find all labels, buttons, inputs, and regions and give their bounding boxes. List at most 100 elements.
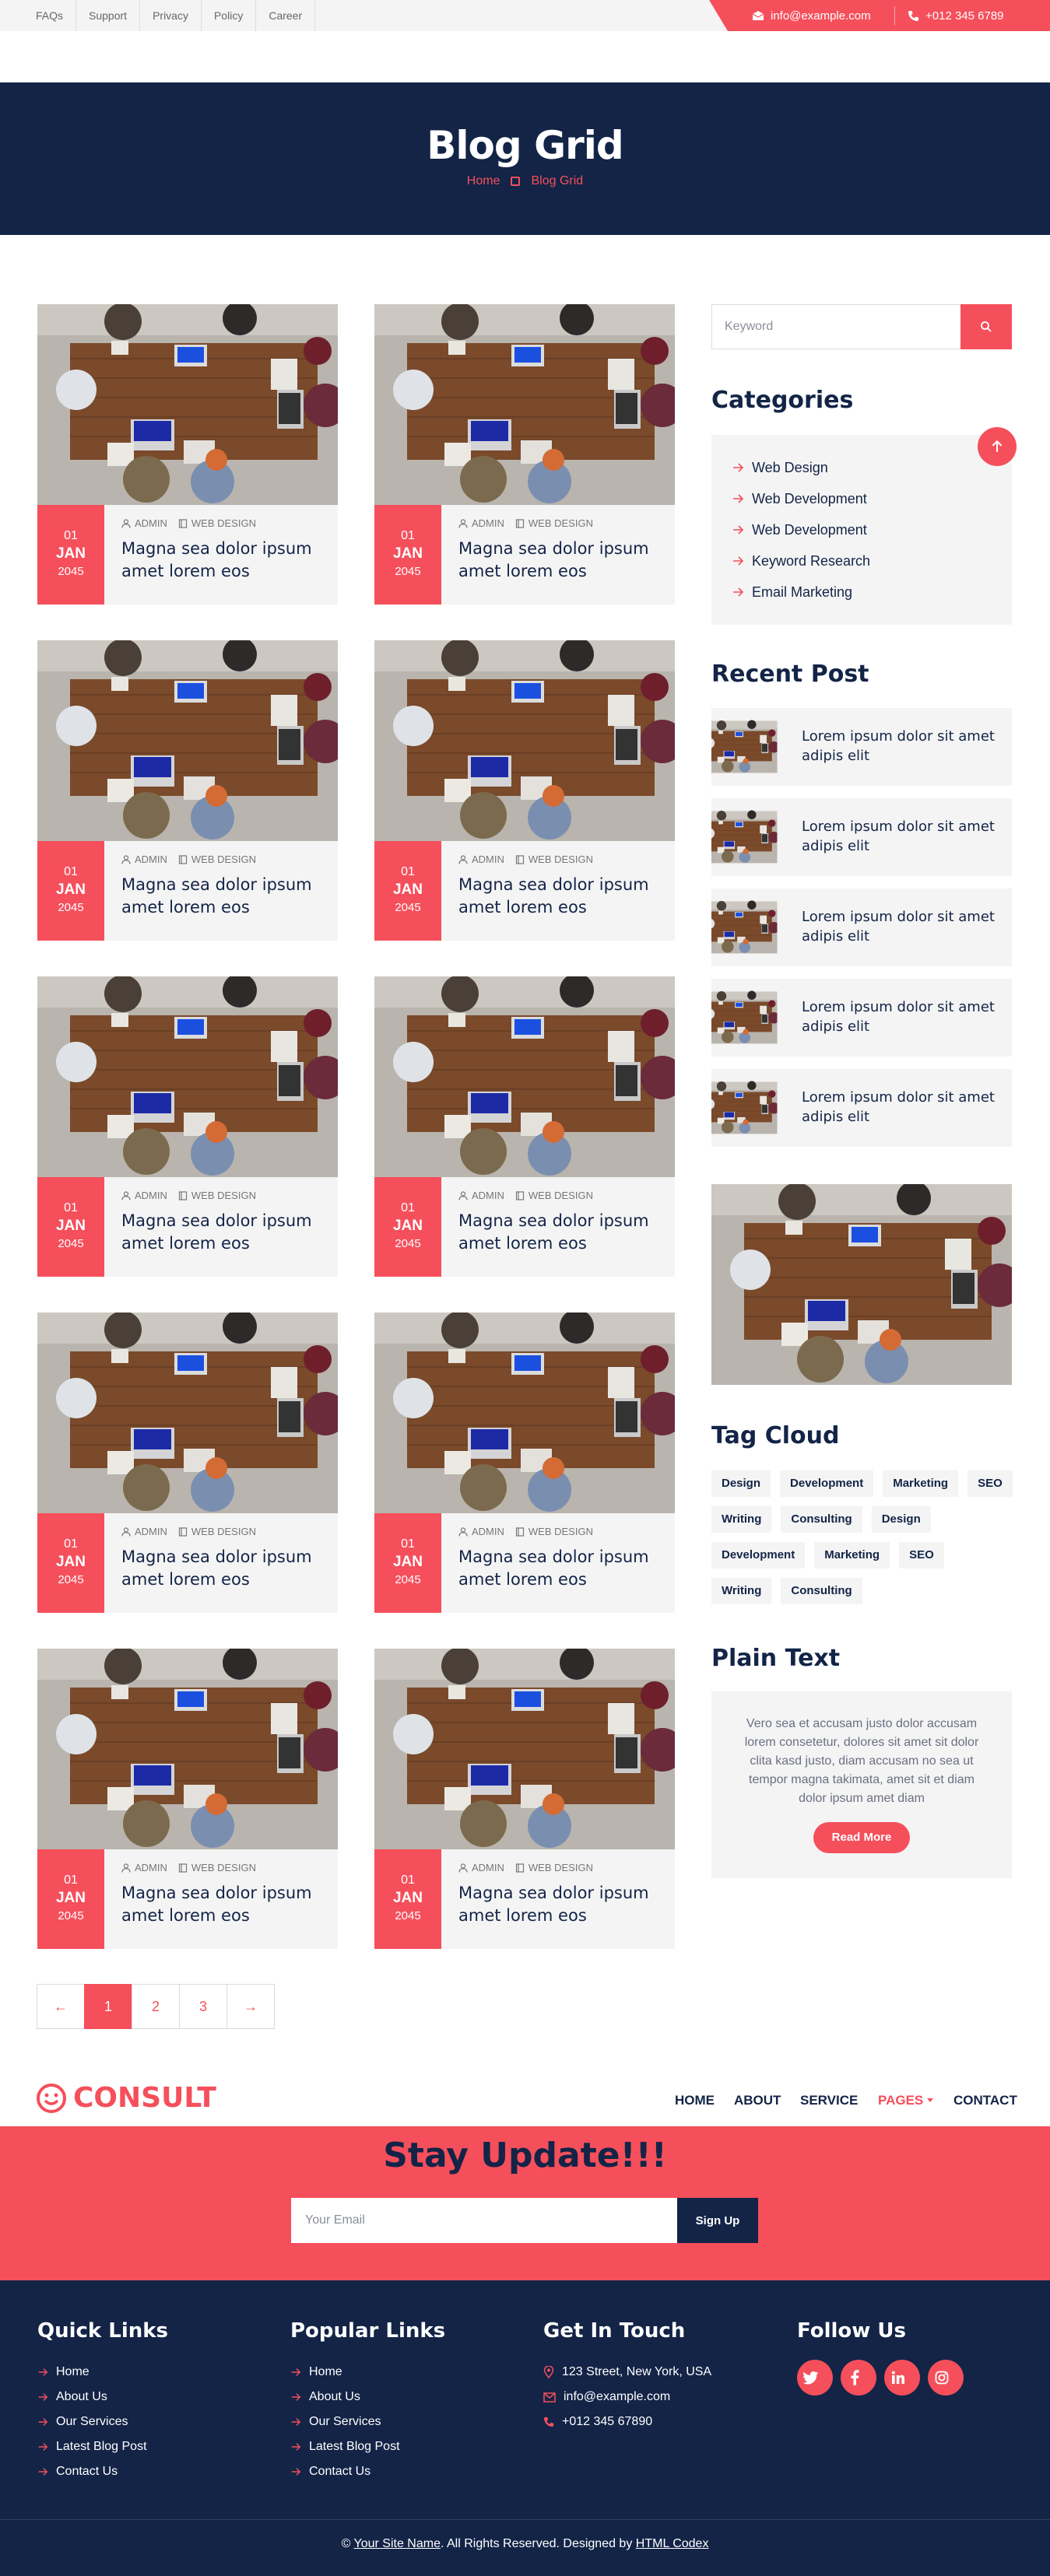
- post-title[interactable]: Magna sea dolor ipsum amet lorem eos: [458, 1210, 669, 1255]
- tag-item[interactable]: SEO: [967, 1470, 1013, 1497]
- post-title[interactable]: Magna sea dolor ipsum amet lorem eos: [458, 1882, 669, 1927]
- tag-item[interactable]: Design: [711, 1470, 771, 1497]
- footer-popular-about[interactable]: About Us: [290, 2385, 445, 2410]
- newsletter-signup-button[interactable]: Sign Up: [677, 2198, 758, 2243]
- footer-phone[interactable]: +012 345 67890: [543, 2410, 711, 2434]
- topbar-link-career[interactable]: Career: [256, 0, 316, 31]
- post-image[interactable]: [37, 640, 338, 841]
- post-category-link[interactable]: WEB DESIGN: [529, 517, 593, 529]
- pagination-page-3[interactable]: 3: [179, 1984, 227, 2029]
- tag-item[interactable]: SEO: [899, 1542, 944, 1568]
- post-author[interactable]: ADMIN: [472, 1526, 504, 1537]
- post-category-link[interactable]: WEB DESIGN: [529, 1190, 593, 1201]
- post-category-link[interactable]: WEB DESIGN: [529, 1862, 593, 1873]
- pagination-next[interactable]: →: [227, 1984, 275, 2029]
- post-author[interactable]: ADMIN: [472, 517, 504, 529]
- category-web-development[interactable]: Web Development: [732, 483, 1012, 514]
- tag-item[interactable]: Development: [711, 1542, 806, 1568]
- search-input[interactable]: [712, 305, 961, 349]
- nav-pages[interactable]: PAGES: [878, 2093, 934, 2108]
- post-image[interactable]: [37, 976, 338, 1177]
- post-title[interactable]: Magna sea dolor ipsum amet lorem eos: [121, 874, 332, 919]
- footer-quick-services[interactable]: Our Services: [37, 2410, 168, 2434]
- post-image[interactable]: [374, 1649, 675, 1849]
- newsletter-email-input[interactable]: [291, 2198, 677, 2243]
- post-image[interactable]: [37, 1313, 338, 1513]
- recent-post-item[interactable]: Lorem ipsum dolor sit amet adipis elit: [711, 1069, 1012, 1147]
- post-title[interactable]: Magna sea dolor ipsum amet lorem eos: [121, 1546, 332, 1591]
- footer-popular-blog[interactable]: Latest Blog Post: [290, 2434, 445, 2459]
- category-email-marketing[interactable]: Email Marketing: [732, 577, 1012, 608]
- footer-email[interactable]: info@example.com: [543, 2385, 711, 2410]
- post-category-link[interactable]: WEB DESIGN: [191, 517, 256, 529]
- post-title[interactable]: Magna sea dolor ipsum amet lorem eos: [458, 874, 669, 919]
- pagination-page-1[interactable]: 1: [84, 1984, 132, 2029]
- post-image[interactable]: [374, 976, 675, 1177]
- post-image[interactable]: [37, 1649, 338, 1849]
- post-author[interactable]: ADMIN: [135, 853, 167, 865]
- post-author[interactable]: ADMIN: [135, 1190, 167, 1201]
- twitter-button[interactable]: [797, 2360, 833, 2396]
- topbar-link-privacy[interactable]: Privacy: [140, 0, 202, 31]
- post-category-link[interactable]: WEB DESIGN: [191, 1862, 256, 1873]
- tag-item[interactable]: Design: [871, 1506, 931, 1533]
- recent-post-item[interactable]: Lorem ipsum dolor sit amet adipis elit: [711, 888, 1012, 966]
- tag-item[interactable]: Writing: [711, 1506, 772, 1533]
- read-more-button[interactable]: Read More: [813, 1822, 910, 1853]
- post-category-link[interactable]: WEB DESIGN: [529, 853, 593, 865]
- post-title[interactable]: Magna sea dolor ipsum amet lorem eos: [458, 1546, 669, 1591]
- back-to-top-button[interactable]: [978, 427, 1017, 466]
- footer-quick-about[interactable]: About Us: [37, 2385, 168, 2410]
- nav-about[interactable]: ABOUT: [734, 2093, 781, 2108]
- facebook-button[interactable]: [841, 2360, 876, 2396]
- brand-logo[interactable]: CONSULT: [36, 2082, 216, 2114]
- category-web-design[interactable]: Web Design: [732, 452, 1012, 483]
- footer-quick-blog[interactable]: Latest Blog Post: [37, 2434, 168, 2459]
- post-image[interactable]: [374, 640, 675, 841]
- pagination-page-2[interactable]: 2: [132, 1984, 180, 2029]
- footer-popular-services[interactable]: Our Services: [290, 2410, 445, 2434]
- site-name-link[interactable]: Your Site Name: [354, 2537, 441, 2550]
- post-author[interactable]: ADMIN: [472, 1862, 504, 1873]
- category-web-development-2[interactable]: Web Development: [732, 514, 1012, 545]
- nav-home[interactable]: HOME: [675, 2093, 715, 2108]
- footer-quick-home[interactable]: Home: [37, 2360, 168, 2385]
- footer-popular-contact[interactable]: Contact Us: [290, 2459, 445, 2484]
- post-author[interactable]: ADMIN: [472, 1190, 504, 1201]
- tag-item[interactable]: Writing: [711, 1578, 772, 1604]
- footer-popular-home[interactable]: Home: [290, 2360, 445, 2385]
- post-author[interactable]: ADMIN: [135, 1526, 167, 1537]
- topbar-email[interactable]: info@example.com: [752, 0, 871, 31]
- topbar-phone[interactable]: +012 345 6789: [908, 0, 1004, 31]
- search-button[interactable]: [960, 304, 1012, 349]
- topbar-link-policy[interactable]: Policy: [202, 0, 257, 31]
- post-author[interactable]: ADMIN: [135, 1862, 167, 1873]
- tag-item[interactable]: Marketing: [883, 1470, 959, 1497]
- post-author[interactable]: ADMIN: [135, 517, 167, 529]
- post-author[interactable]: ADMIN: [472, 853, 504, 865]
- nav-service[interactable]: SERVICE: [800, 2093, 858, 2108]
- category-keyword-research[interactable]: Keyword Research: [732, 545, 1012, 577]
- post-title[interactable]: Magna sea dolor ipsum amet lorem eos: [121, 538, 332, 583]
- tag-item[interactable]: Consulting: [781, 1506, 862, 1533]
- instagram-button[interactable]: [928, 2360, 964, 2396]
- post-image[interactable]: [374, 1313, 675, 1513]
- post-image[interactable]: [374, 304, 675, 505]
- designer-link[interactable]: HTML Codex: [636, 2537, 709, 2550]
- recent-post-item[interactable]: Lorem ipsum dolor sit amet adipis elit: [711, 979, 1012, 1057]
- post-image[interactable]: [37, 304, 338, 505]
- post-title[interactable]: Magna sea dolor ipsum amet lorem eos: [458, 538, 669, 583]
- recent-post-item[interactable]: Lorem ipsum dolor sit amet adipis elit: [711, 708, 1012, 786]
- footer-quick-contact[interactable]: Contact Us: [37, 2459, 168, 2484]
- tag-item[interactable]: Consulting: [781, 1578, 862, 1604]
- post-category-link[interactable]: WEB DESIGN: [529, 1526, 593, 1537]
- post-category-link[interactable]: WEB DESIGN: [191, 1190, 256, 1201]
- post-title[interactable]: Magna sea dolor ipsum amet lorem eos: [121, 1210, 332, 1255]
- linkedin-button[interactable]: [884, 2360, 920, 2396]
- pagination-prev[interactable]: ←: [37, 1984, 85, 2029]
- breadcrumb-home[interactable]: Home: [467, 174, 500, 188]
- nav-contact[interactable]: CONTACT: [953, 2093, 1017, 2108]
- post-title[interactable]: Magna sea dolor ipsum amet lorem eos: [121, 1882, 332, 1927]
- tag-item[interactable]: Marketing: [814, 1542, 890, 1568]
- tag-item[interactable]: Development: [780, 1470, 874, 1497]
